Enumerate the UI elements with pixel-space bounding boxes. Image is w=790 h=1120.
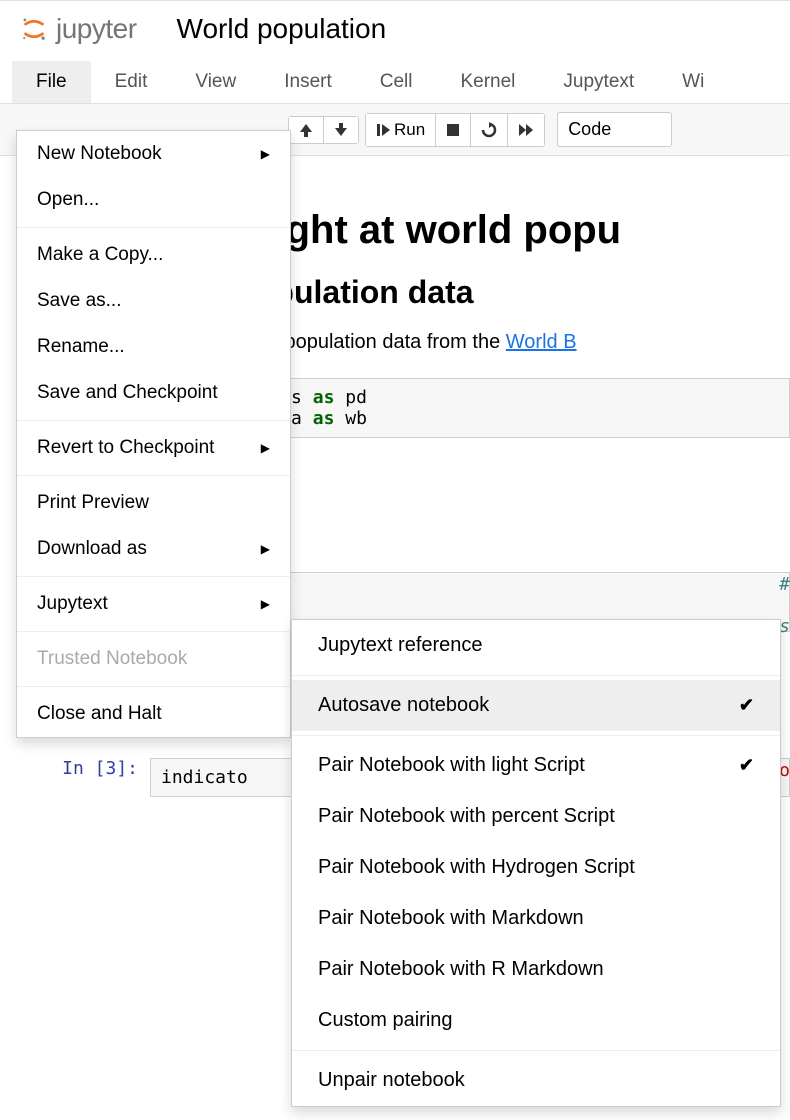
menu-separator	[292, 735, 780, 736]
file-menu-item[interactable]: Save and Checkpoint	[17, 370, 290, 416]
menu-item-label: Trusted Notebook	[37, 648, 187, 670]
arrow-up-icon	[299, 123, 313, 137]
menu-separator	[17, 631, 290, 632]
file-menu-item[interactable]: Make a Copy...	[17, 232, 290, 278]
move-down-button[interactable]	[324, 117, 358, 143]
check-icon: ✔	[739, 695, 754, 716]
menu-item-label: Close and Halt	[37, 703, 162, 725]
notebook-name[interactable]: World population	[177, 13, 387, 45]
menu-item-label: Save and Checkpoint	[37, 382, 218, 404]
menu-edit[interactable]: Edit	[91, 61, 172, 103]
arrow-down-icon	[334, 123, 348, 137]
file-menu-item[interactable]: Save as...	[17, 278, 290, 324]
menu-item-label: New Notebook	[37, 143, 162, 165]
jupyter-icon	[20, 15, 48, 43]
file-menu-item[interactable]: Revert to Checkpoint ▶	[17, 425, 290, 471]
cell-type-select[interactable]: Code	[557, 112, 672, 147]
menu-jupytext[interactable]: Jupytext	[539, 61, 658, 103]
world-bank-link[interactable]: World B	[506, 331, 577, 353]
jupytext-menu-item[interactable]: Jupytext reference	[292, 620, 780, 671]
menu-cell[interactable]: Cell	[356, 61, 437, 103]
jupytext-menu-item[interactable]: Unpair notebook	[292, 1055, 780, 1106]
menu-item-label: Jupytext reference	[318, 634, 483, 657]
file-menu-item[interactable]: Close and Halt	[17, 691, 290, 737]
menu-item-label: Jupytext	[37, 593, 108, 615]
file-menu-item[interactable]: Open...	[17, 177, 290, 223]
menu-item-label: Pair Notebook with percent Script	[318, 805, 615, 828]
jupytext-menu-item[interactable]: Pair Notebook with R Markdown	[292, 944, 780, 995]
submenu-arrow-icon: ▶	[261, 147, 270, 161]
prompt-in-3: In [3]:	[0, 758, 150, 797]
menu-item-label: Autosave notebook	[318, 694, 489, 717]
run-icon	[376, 123, 390, 137]
menu-separator	[17, 227, 290, 228]
move-up-button[interactable]	[289, 117, 324, 143]
menu-item-label: Revert to Checkpoint	[37, 437, 214, 459]
file-menu-dropdown: New Notebook ▶ Open... Make a Copy... Save a…	[16, 130, 291, 738]
jupytext-menu-item[interactable]: Pair Notebook with Markdown	[292, 893, 780, 944]
file-menu-item: Trusted Notebook	[17, 636, 290, 682]
logo-text: jupyter	[56, 13, 137, 45]
menu-item-label: Print Preview	[37, 492, 149, 514]
menu-item-label: Custom pairing	[318, 1009, 453, 1032]
submenu-arrow-icon: ▶	[261, 441, 270, 455]
header: jupyter World population	[0, 0, 790, 61]
menu-item-label: Pair Notebook with R Markdown	[318, 958, 604, 981]
file-menu-item[interactable]: Jupytext ▶	[17, 581, 290, 627]
file-menu-item[interactable]: Print Preview	[17, 480, 290, 526]
submenu-arrow-icon: ▶	[261, 542, 270, 556]
jupytext-menu-item[interactable]: Pair Notebook with Hydrogen Script	[292, 842, 780, 893]
menu-separator	[17, 475, 290, 476]
jupytext-menu-item[interactable]: Pair Notebook with light Script ✔	[292, 740, 780, 791]
submenu-arrow-icon: ▶	[261, 597, 270, 611]
menu-item-label: Pair Notebook with Markdown	[318, 907, 584, 930]
file-menu-item[interactable]: Download as ▶	[17, 526, 290, 572]
menu-widgets[interactable]: Wi	[658, 61, 728, 103]
menu-separator	[17, 576, 290, 577]
file-menu-item[interactable]: Rename...	[17, 324, 290, 370]
menu-item-label: Download as	[37, 538, 147, 560]
menu-separator	[17, 420, 290, 421]
menu-file[interactable]: File	[12, 61, 91, 103]
restart-icon	[481, 122, 497, 138]
menu-item-label: Save as...	[37, 290, 122, 312]
jupyter-logo[interactable]: jupyter	[20, 13, 137, 45]
menu-item-label: Pair Notebook with Hydrogen Script	[318, 856, 635, 879]
menu-item-label: Make a Copy...	[37, 244, 163, 266]
menu-kernel[interactable]: Kernel	[436, 61, 539, 103]
code-comment-right: #	[779, 574, 790, 595]
jupytext-menu-item[interactable]: Custom pairing	[292, 995, 780, 1046]
menu-item-label: Open...	[37, 189, 99, 211]
interrupt-button[interactable]	[436, 114, 471, 146]
restart-button[interactable]	[471, 114, 508, 146]
menubar: File Edit View Insert Cell Kernel Jupyte…	[0, 61, 790, 104]
stop-icon	[446, 123, 460, 137]
menu-view[interactable]: View	[171, 61, 260, 103]
menu-separator	[292, 675, 780, 676]
run-label: Run	[394, 120, 425, 140]
fast-forward-icon	[518, 123, 534, 137]
menu-insert[interactable]: Insert	[260, 61, 356, 103]
menu-item-label: Pair Notebook with light Script	[318, 754, 585, 777]
restart-run-all-button[interactable]	[508, 114, 544, 146]
jupytext-submenu: Jupytext referenceAutosave notebook✔Pair…	[291, 619, 781, 1107]
run-button[interactable]: Run	[366, 114, 436, 146]
menu-item-label: Unpair notebook	[318, 1069, 465, 1092]
jupytext-menu-item[interactable]: Pair Notebook with percent Script	[292, 791, 780, 842]
file-menu-item[interactable]: New Notebook ▶	[17, 131, 290, 177]
menu-item-label: Rename...	[37, 336, 125, 358]
jupytext-menu-item[interactable]: Autosave notebook ✔	[292, 680, 780, 731]
menu-separator	[292, 1050, 780, 1051]
menu-separator	[17, 686, 290, 687]
check-icon: ✔	[739, 755, 754, 776]
